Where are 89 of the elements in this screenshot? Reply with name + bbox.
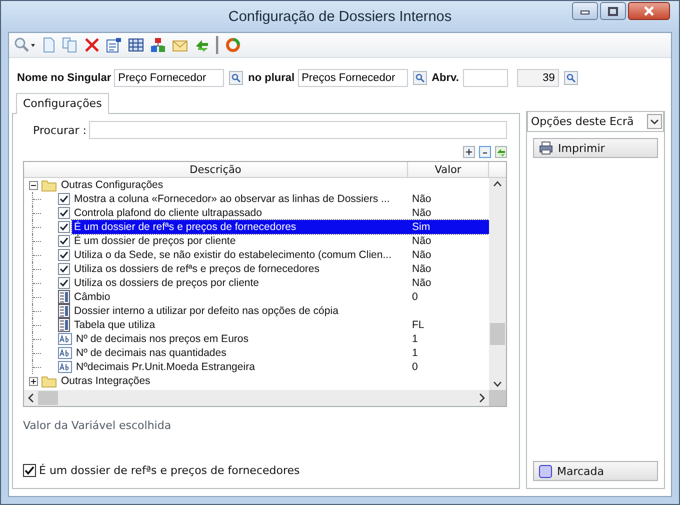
square-icon: [539, 464, 552, 478]
value-cell: 1: [412, 347, 418, 359]
tree-item[interactable]: Utiliza os dossiers de refªs e preços de fornecedores: [73, 263, 321, 275]
checked-checkbox-icon[interactable]: [58, 207, 70, 219]
value-cell: Não: [412, 235, 432, 247]
column-header[interactable]: Descrição: [24, 162, 408, 177]
tree-item[interactable]: Nº de decimais nos preços em Euros: [75, 333, 250, 345]
list-field-icon: [58, 290, 70, 304]
text-field-icon: [58, 333, 72, 345]
abbreviation-field[interactable]: [462, 69, 508, 87]
checked-checkbox-icon[interactable]: [58, 193, 70, 205]
number-field[interactable]: 39: [516, 69, 559, 87]
plural-name-field[interactable]: Preços Fornecedor: [298, 69, 408, 87]
list-field-icon: [58, 304, 70, 318]
tree-item[interactable]: Controla plafond do cliente ultrapassado: [73, 207, 263, 219]
text-field-icon: [58, 347, 72, 359]
printer-icon: [539, 141, 553, 155]
value-cell: Sim: [412, 221, 430, 233]
maximize-icon: [607, 6, 619, 16]
checked-checkbox-icon[interactable]: [58, 263, 70, 275]
tree-item[interactable]: Outras Configurações: [60, 179, 164, 191]
value-cell: Não: [412, 263, 432, 275]
search-icon[interactable]: [412, 71, 427, 85]
chevron-down-icon[interactable]: [647, 114, 662, 129]
search-icon[interactable]: [229, 71, 244, 85]
tree-item[interactable]: Nºdecimais Pr.Unit.Moeda Estrangeira: [75, 361, 256, 373]
expand-icon[interactable]: [29, 376, 38, 386]
maximize-button[interactable]: [600, 2, 626, 20]
value-cell: Não: [412, 249, 432, 261]
value-cell: Não: [412, 277, 432, 289]
document-icon[interactable]: [42, 37, 56, 53]
plural-name-label: no plural: [248, 72, 295, 84]
text-field-icon: [58, 361, 72, 373]
tree-item[interactable]: Mostra a coluna «Fornecedor» ao observar as linhas de Dossiers ...: [73, 193, 391, 205]
value-cell: Não: [412, 207, 432, 219]
options-dropdown[interactable]: Opções deste Ecrã: [527, 111, 664, 132]
tree-item[interactable]: Tabela que utiliza: [73, 319, 156, 331]
value-cell: 0: [412, 291, 418, 303]
delete-icon[interactable]: [84, 37, 100, 53]
value-cell: FL: [412, 319, 424, 331]
table-icon[interactable]: [128, 37, 144, 53]
value-cell: 0: [412, 361, 418, 373]
horizontal-scrollbar[interactable]: [24, 390, 506, 406]
search-icon[interactable]: [14, 37, 36, 53]
marked-button[interactable]: Marcada: [533, 461, 658, 481]
search-label: Procurar :: [33, 124, 86, 136]
abbreviation-label: Abrv.: [432, 72, 459, 84]
checked-checkbox-icon[interactable]: [58, 277, 70, 289]
minimize-button[interactable]: [572, 2, 598, 20]
scrollbar-corner: [489, 390, 506, 406]
folder-icon: [41, 374, 57, 388]
checked-checkbox-icon[interactable]: [58, 235, 70, 247]
scrollbar-thumb[interactable]: [490, 323, 505, 345]
tree-item[interactable]: É um dossier de preços por cliente: [73, 235, 237, 247]
tree-item[interactable]: Dossier interno a utilizar por defeito nas opções de cópia: [73, 305, 340, 317]
hierarchy-icon[interactable]: [150, 37, 166, 53]
arrows-icon[interactable]: [495, 146, 507, 158]
singular-name-field[interactable]: Preço Fornecedor: [114, 69, 224, 87]
form-icon[interactable]: [106, 37, 122, 53]
checked-checkbox-icon[interactable]: [23, 464, 36, 477]
refresh-icon[interactable]: [225, 37, 241, 53]
checked-checkbox-icon[interactable]: [58, 221, 70, 233]
window-title: Configuração de Dossiers Internos: [228, 8, 452, 24]
tree-item[interactable]: Utiliza os dossiers de preços por cliente: [73, 277, 260, 289]
print-button[interactable]: Imprimir: [533, 138, 658, 158]
tab[interactable]: Configurações: [16, 93, 109, 114]
close-button[interactable]: [628, 2, 670, 20]
checked-checkbox-icon[interactable]: [58, 249, 70, 261]
tree-item[interactable]: Outras Integrações: [60, 375, 152, 387]
list-field-icon: [58, 318, 70, 332]
scrollbar-thumb[interactable]: [38, 391, 58, 405]
collapse-all-icon[interactable]: [479, 146, 491, 158]
value-cell: Não: [412, 193, 432, 205]
search-field[interactable]: [89, 121, 507, 139]
close-icon: [642, 6, 656, 16]
collapse-icon[interactable]: [29, 180, 38, 190]
expand-all-icon[interactable]: [463, 146, 475, 158]
vertical-scrollbar[interactable]: [489, 178, 506, 390]
checkbox-label[interactable]: É um dossier de refªs e preços de fornecedores: [39, 464, 300, 477]
value-caption: Valor da Variável escolhida: [23, 419, 172, 432]
search-icon[interactable]: [564, 71, 578, 85]
singular-name-label: Nome no Singular: [17, 72, 112, 84]
copy-icon[interactable]: [62, 37, 78, 53]
tree-item[interactable]: Utiliza o da Sede, se não existir do estabelecimento (comum Clien...: [73, 249, 392, 261]
tree-item[interactable]: É um dossier de refªs e preços de fornecedores: [73, 221, 298, 233]
tree-item[interactable]: Câmbio: [73, 291, 112, 303]
column-header[interactable]: Valor: [408, 162, 489, 177]
tree-item[interactable]: Nº de decimais nas quantidades: [75, 347, 228, 359]
value-cell: 1: [412, 333, 418, 345]
